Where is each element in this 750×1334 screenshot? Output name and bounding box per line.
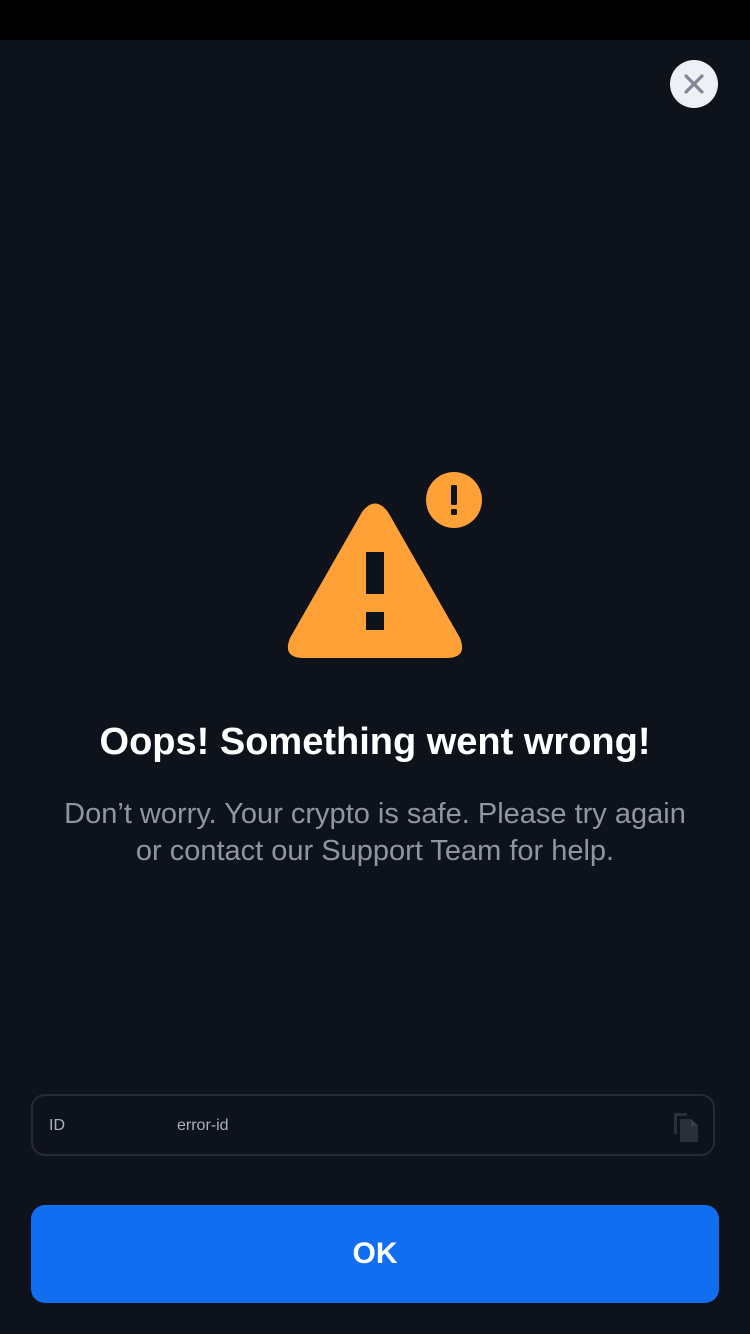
error-id-field: ID error-id xyxy=(31,1094,715,1156)
status-bar xyxy=(0,0,750,40)
warning-triangle-icon xyxy=(287,503,463,658)
ok-button[interactable]: OK xyxy=(31,1205,719,1303)
id-value[interactable]: error-id xyxy=(177,1116,229,1136)
warning-illustration xyxy=(280,470,490,665)
close-icon xyxy=(684,74,704,94)
id-label: ID xyxy=(49,1117,65,1134)
copy-icon xyxy=(674,1113,698,1142)
error-title: Oops! Something went wrong! xyxy=(99,721,651,763)
exclamation-badge-icon xyxy=(426,472,482,528)
close-button[interactable] xyxy=(670,60,718,108)
error-description: Don’t worry. Your crypto is safe. Please… xyxy=(64,798,686,867)
copy-button[interactable] xyxy=(670,1111,702,1143)
